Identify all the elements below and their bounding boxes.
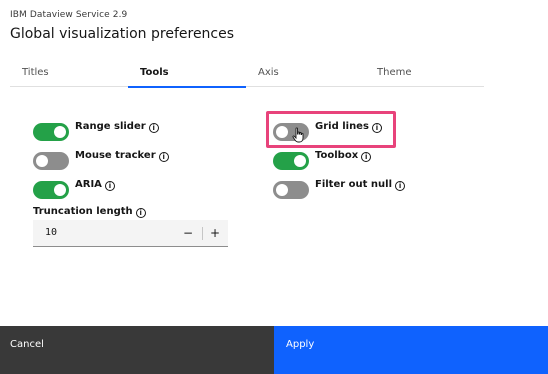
- product-name: IBM Dataview Service 2.9: [10, 10, 128, 20]
- tab-theme[interactable]: Theme: [365, 62, 483, 87]
- toggle-knob: [36, 155, 48, 167]
- info-icon[interactable]: i: [361, 152, 372, 162]
- highlight-box: [266, 111, 396, 148]
- filter-out-null-label-row: Filter out null i: [315, 179, 406, 191]
- hand-cursor-icon: [292, 127, 304, 143]
- tab-axis[interactable]: Axis: [246, 62, 364, 87]
- info-icon[interactable]: i: [104, 181, 115, 191]
- toggle-knob: [276, 184, 288, 196]
- mouse-tracker-label-row: Mouse tracker i: [75, 150, 169, 162]
- filter-out-null-label: Filter out null: [315, 179, 393, 190]
- tab-list: Titles Tools Axis Theme: [10, 62, 484, 88]
- modal-footer: Cancel Apply: [0, 326, 548, 374]
- truncation-length-label: Truncation length: [33, 206, 133, 217]
- filter-out-null-toggle[interactable]: [273, 181, 309, 199]
- info-icon[interactable]: i: [148, 123, 159, 133]
- toolbox-label-row: Toolbox i: [315, 150, 372, 162]
- info-icon[interactable]: i: [135, 208, 146, 218]
- mouse-tracker-label: Mouse tracker: [75, 150, 156, 161]
- aria-toggle[interactable]: [33, 181, 69, 199]
- truncation-length-label-row: Truncation length i: [33, 206, 146, 218]
- increment-button[interactable]: +: [205, 223, 225, 243]
- page-title: Global visualization preferences: [10, 26, 235, 42]
- toggle-knob: [294, 155, 306, 167]
- info-icon[interactable]: i: [395, 181, 406, 191]
- tab-tools[interactable]: Tools: [128, 62, 246, 88]
- cancel-button[interactable]: Cancel: [0, 326, 274, 374]
- toggle-knob: [54, 184, 66, 196]
- range-slider-label-row: Range slider i: [75, 121, 159, 133]
- toolbox-toggle[interactable]: [273, 152, 309, 170]
- aria-label-row: ARIA i: [75, 179, 115, 191]
- stepper-divider: [202, 227, 203, 240]
- apply-button[interactable]: Apply: [274, 326, 548, 374]
- truncation-length-stepper: 10 − +: [33, 220, 228, 247]
- truncation-length-input[interactable]: 10: [45, 227, 57, 238]
- aria-label: ARIA: [75, 179, 102, 190]
- mouse-tracker-toggle[interactable]: [33, 152, 69, 170]
- tab-titles[interactable]: Titles: [10, 62, 128, 87]
- range-slider-toggle[interactable]: [33, 123, 69, 141]
- range-slider-label: Range slider: [75, 121, 146, 132]
- toolbox-label: Toolbox: [315, 150, 359, 161]
- info-icon[interactable]: i: [158, 152, 169, 162]
- toggle-knob: [54, 126, 66, 138]
- decrement-button[interactable]: −: [178, 223, 198, 243]
